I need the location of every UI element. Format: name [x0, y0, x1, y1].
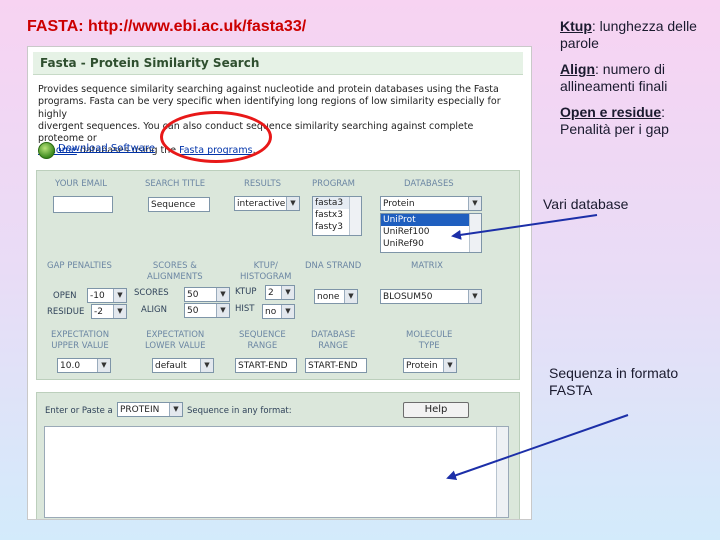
- arrow-databases: [451, 214, 598, 240]
- arrow-sequence: [446, 414, 629, 481]
- annotation-arrows: [446, 214, 629, 481]
